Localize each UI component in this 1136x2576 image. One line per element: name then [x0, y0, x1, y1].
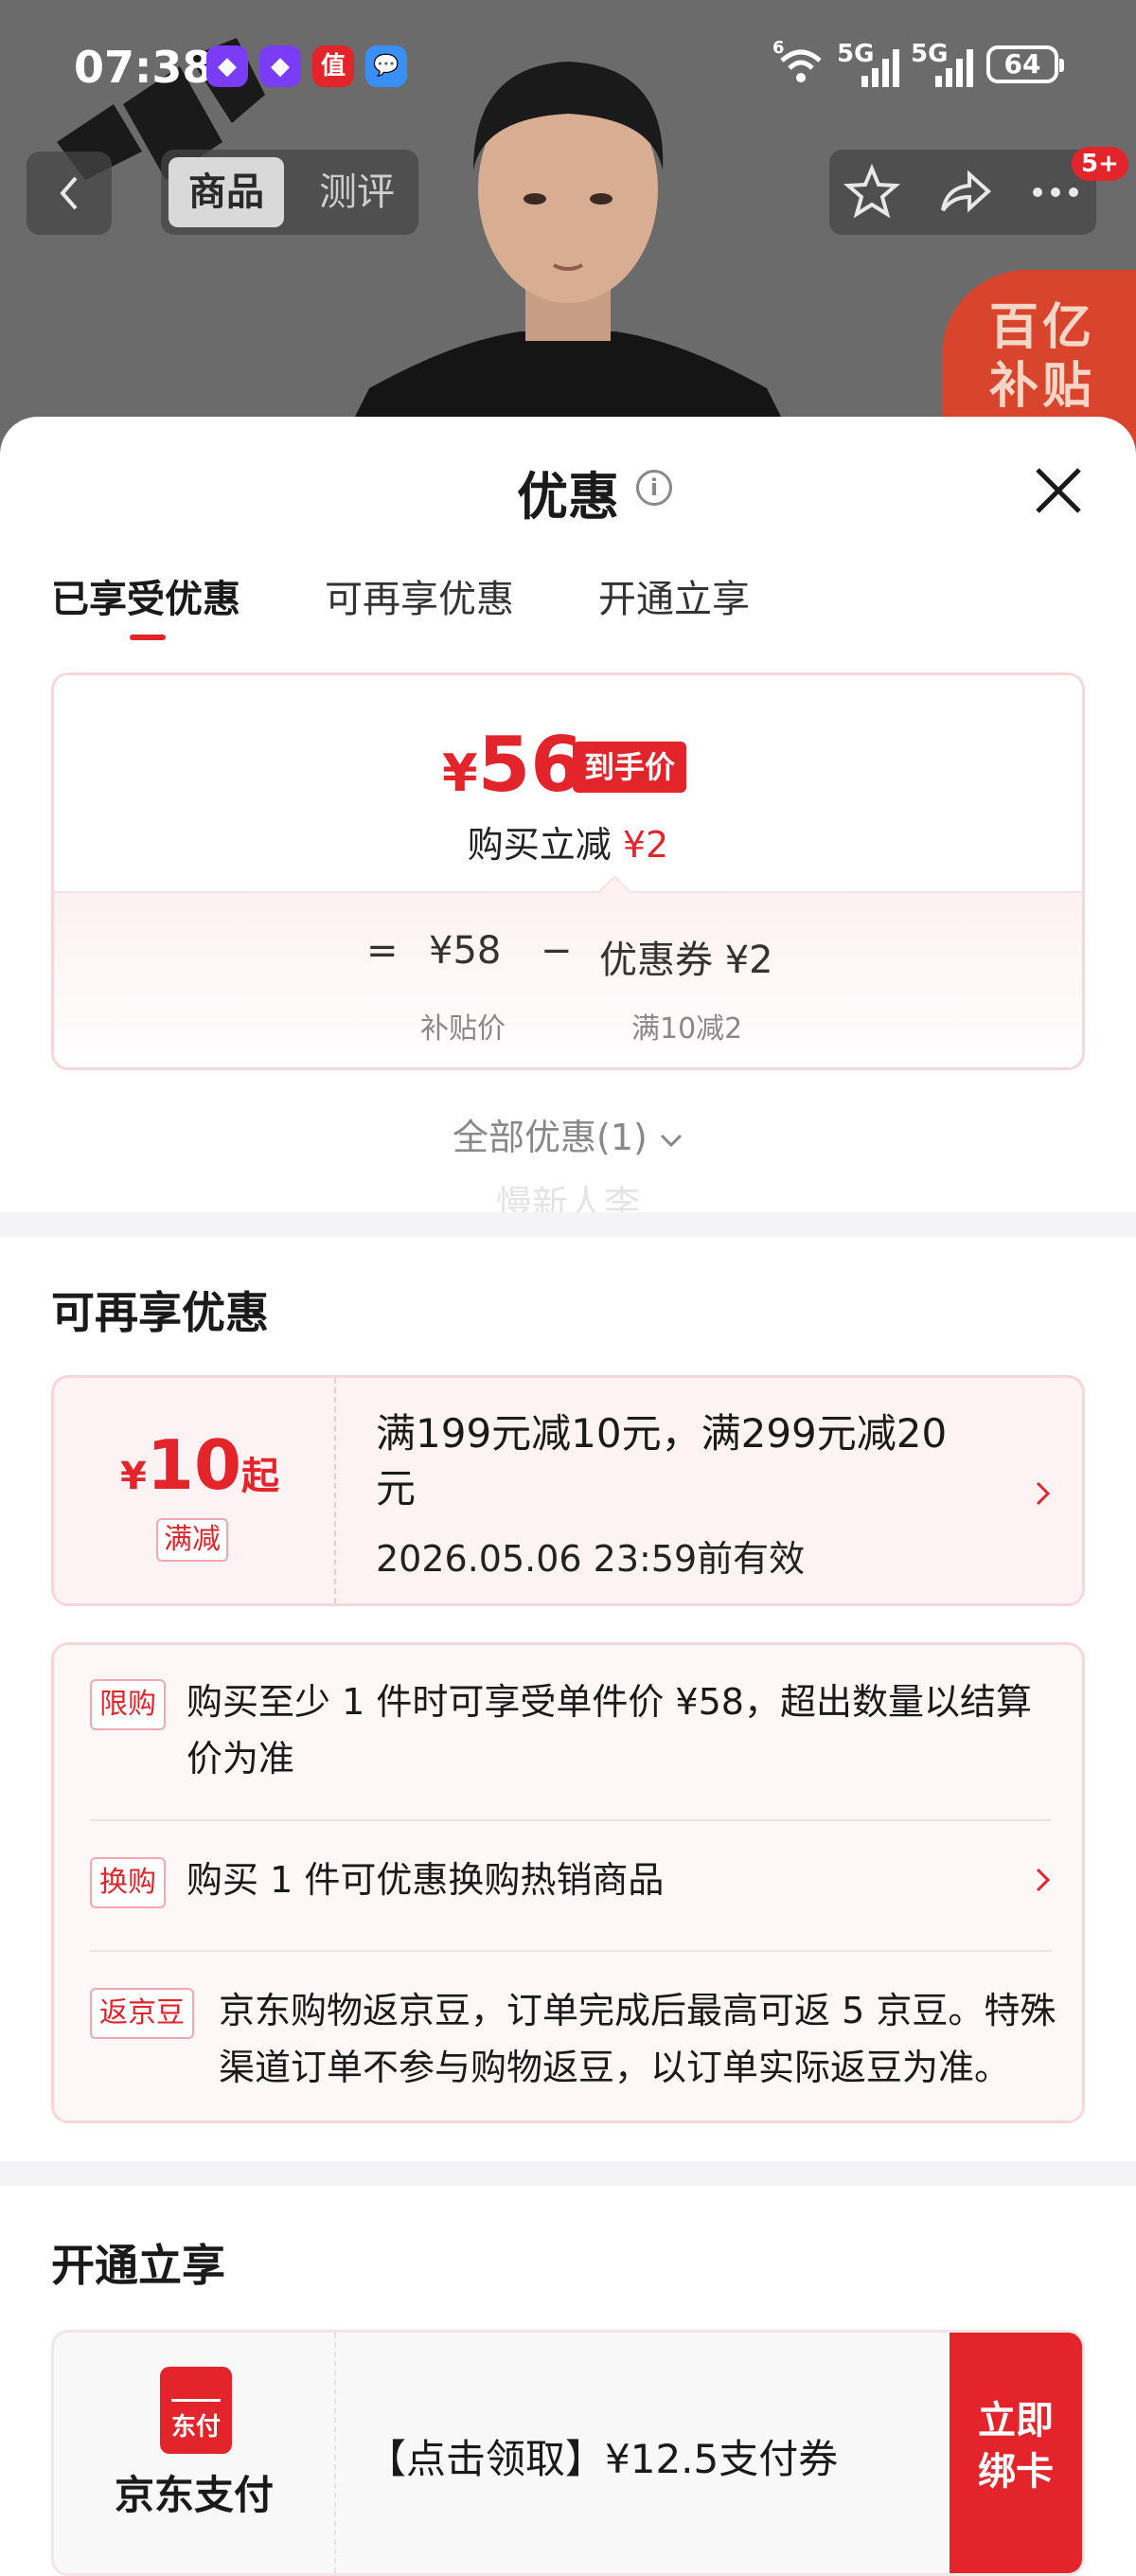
price-breakdown-card: ¥56 到手价 购买立减 ¥2 = ¥58 − 优惠券 ¥2 补贴价 满10减2: [51, 672, 1085, 1070]
rule-text-jingdou: 京东购物返京豆，订单完成后最高可返 5 京豆。特殊渠道订单不参与购物返豆，以订单…: [219, 1990, 1056, 2088]
coupon-type-tag: 满减: [156, 1518, 228, 1562]
tab-product[interactable]: 商品: [169, 157, 284, 227]
rule-tag-limit: 限购: [90, 1679, 166, 1730]
all-promos-label[interactable]: 全部优惠(1): [0, 1108, 1136, 1160]
section-title-open: 开通立享: [51, 2240, 225, 2291]
rule-tag-exchange: 换购: [90, 1857, 166, 1908]
chevron-right-icon: [1036, 1868, 1051, 1892]
final-price: ¥56: [442, 721, 583, 809]
active-tab-indicator: [130, 635, 166, 640]
chevron-left-icon: [60, 176, 78, 210]
promotion-sheet: 优惠 i 已享受优惠 可再享优惠 开通立享 ¥56 到手价 购买立减 ¥2 = …: [0, 417, 1136, 2523]
info-icon[interactable]: i: [636, 470, 672, 506]
tab-more[interactable]: 可再享优惠: [325, 568, 514, 623]
coupon-description: 满199元减10元，满299元减20元: [376, 1410, 948, 1512]
instant-discount-line: 购买立减 ¥2: [54, 815, 1082, 868]
coupon-currency: ¥: [120, 1455, 147, 1498]
jd-pay-offer-card: 东付 京东支付 【点击领取】¥12.5支付券 立即 绑卡: [51, 2330, 1085, 2576]
base-price: ¥58: [429, 929, 502, 973]
coupon-amount-panel: ¥10起 满减: [54, 1378, 336, 1603]
wifi-label: 6: [772, 38, 785, 58]
equals-sign: =: [366, 929, 399, 973]
notification-app-icon: 值: [312, 45, 354, 87]
notification-app-icon: 💬: [365, 45, 407, 87]
section-divider: [0, 2161, 1136, 2186]
chevron-down-icon: [660, 1134, 683, 1147]
price-breakdown-lower: [54, 891, 1082, 1067]
instant-discount-value: ¥2: [622, 824, 669, 866]
tab-open[interactable]: 开通立享: [598, 568, 750, 623]
tab-enjoyed[interactable]: 已享受优惠: [51, 568, 240, 623]
bind-card-button[interactable]: 立即 绑卡: [950, 2333, 1082, 2573]
jd-pay-name: 京东支付: [114, 2472, 274, 2518]
base-price-caption: 补贴价: [420, 1012, 506, 1046]
product-review-switch: 商品 测评: [161, 150, 418, 235]
coupon-card[interactable]: ¥10起 满减 满199元减10元，满299元减20元 2026.05.06 2…: [51, 1375, 1085, 1606]
notification-app-icon: ◆: [206, 45, 248, 87]
promotion-tabs: 已享受优惠 可再享优惠 开通立享: [51, 568, 1092, 644]
share-icon[interactable]: [935, 163, 994, 222]
coupon-amount: 优惠券 ¥2: [599, 939, 773, 982]
rule-text-limit: 购买至少 1 件时可享受单件价 ¥58，超出数量以结算价为准: [186, 1681, 1032, 1780]
rule-tag-jingdou: 返京豆: [90, 1988, 194, 2039]
battery-indicator: 64: [986, 45, 1064, 83]
signal-icon: [861, 49, 899, 87]
jd-pay-brand-panel: 东付 京东支付: [54, 2333, 336, 2573]
jd-pay-logo: 东付: [160, 2367, 232, 2454]
nav-action-group: [829, 150, 1096, 235]
notification-app-icon: ◆: [259, 45, 301, 87]
section-divider: [0, 1212, 1136, 1237]
signal-icon: [935, 49, 973, 87]
purchase-rules-card: 限购 购买至少 1 件时可享受单件价 ¥58，超出数量以结算价为准 换购 购买 …: [51, 1642, 1085, 2123]
coupon-value: ¥10起: [120, 1425, 279, 1505]
close-icon[interactable]: [1030, 462, 1087, 519]
coupon-validity: 2026.05.06 23:59前有效: [376, 1538, 806, 1580]
rule-divider: [90, 1950, 1052, 1952]
star-icon[interactable]: [843, 163, 901, 222]
coupon-caption: 满10减2: [631, 1012, 743, 1046]
instant-discount-label: 购买立减: [467, 824, 612, 866]
final-price-value: 56: [477, 721, 583, 809]
message-badge: 5+: [1072, 147, 1128, 181]
final-price-tag: 到手价: [573, 742, 687, 793]
all-promos-text: 全部优惠(1): [453, 1117, 648, 1158]
jd-pay-logo-text: 东付: [170, 2413, 221, 2442]
chevron-right-icon: [1036, 1481, 1051, 1506]
sheet-title: 优惠: [517, 467, 619, 527]
rule-divider: [90, 1819, 1052, 1821]
jd-pay-description: 【点击领取】¥12.5支付券: [366, 2436, 839, 2482]
tab-review[interactable]: 测评: [299, 157, 415, 227]
status-time: 07:38: [74, 42, 213, 93]
back-button[interactable]: [27, 152, 112, 235]
coupon-number: 10: [146, 1425, 242, 1505]
rule-text-exchange: 购买 1 件可优惠换购热销商品: [186, 1859, 665, 1901]
final-price-currency: ¥: [442, 743, 478, 803]
coupon-suffix: 起: [241, 1455, 280, 1498]
minus-sign: −: [541, 929, 573, 973]
status-bar: 07:38 ◆ ◆ 值 💬 6 5G 5G 64: [0, 0, 1136, 133]
section-title-more: 可再享优惠: [51, 1287, 269, 1338]
